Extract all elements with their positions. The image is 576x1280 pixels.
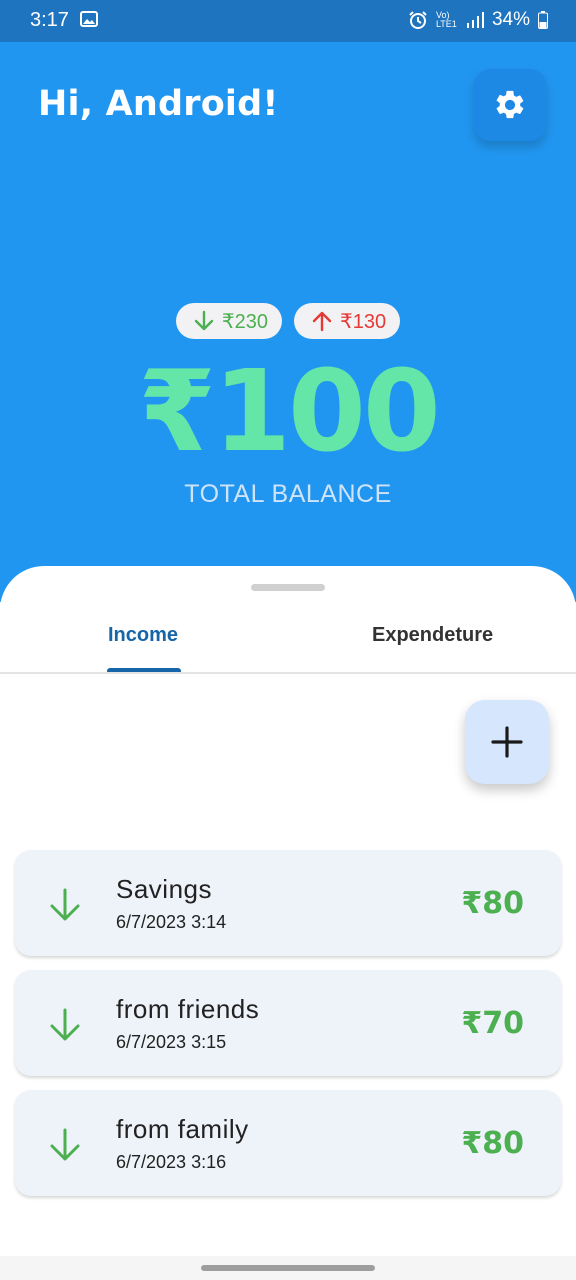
expense-total-chip: ₹130 xyxy=(294,303,401,339)
income-total-value: ₹230 xyxy=(221,310,268,333)
total-balance-value: ₹100 xyxy=(138,347,441,477)
arrow-down-icon xyxy=(50,888,80,921)
transaction-date: 6/7/2023 3:14 xyxy=(116,912,227,932)
sheet-drag-handle[interactable] xyxy=(251,584,325,591)
list-item[interactable]: from family 6/7/2023 3:16 ₹80 xyxy=(15,1090,561,1196)
transaction-amount: ₹80 xyxy=(461,1126,524,1161)
add-transaction-button[interactable] xyxy=(465,700,549,784)
transaction-list: Savings 6/7/2023 3:14 ₹80 from friends 6… xyxy=(15,850,561,1210)
alarm-icon xyxy=(409,11,427,29)
transaction-date: 6/7/2023 3:15 xyxy=(116,1032,227,1052)
volte-icon: Vo) LTE1 xyxy=(435,10,457,29)
transaction-title: from friends xyxy=(116,994,260,1024)
tab-indicator xyxy=(107,668,181,672)
arrow-down-icon xyxy=(50,1008,80,1041)
signal-icon xyxy=(466,12,484,28)
home-gesture-handle[interactable] xyxy=(201,1265,375,1271)
list-item[interactable]: from friends 6/7/2023 3:15 ₹70 xyxy=(15,970,561,1076)
transaction-amount: ₹80 xyxy=(461,886,524,921)
income-total-chip: ₹230 xyxy=(175,303,282,339)
list-item[interactable]: Savings 6/7/2023 3:14 ₹80 xyxy=(15,850,561,956)
transaction-title: from family xyxy=(116,1114,249,1144)
status-bar: 3:17 Vo) LTE1 34% xyxy=(0,0,576,42)
tab-bar: Income Expendeture xyxy=(0,606,576,674)
plus-icon xyxy=(491,726,523,758)
transaction-title: Savings xyxy=(116,874,212,904)
tab-income[interactable]: Income xyxy=(108,624,178,647)
balance-header: Hi, Android! ₹230 ₹130 ₹100 TOTAL BALANC… xyxy=(0,42,576,602)
greeting-title: Hi, Android! xyxy=(38,84,279,124)
tab-expenditure[interactable]: Expendeture xyxy=(372,624,493,647)
image-icon xyxy=(80,11,98,27)
gear-icon xyxy=(496,90,524,119)
transaction-amount: ₹70 xyxy=(461,1006,524,1041)
arrow-down-icon xyxy=(194,310,214,331)
arrow-down-icon xyxy=(50,1128,80,1161)
settings-button[interactable] xyxy=(474,69,546,141)
battery-percent: 34% xyxy=(491,9,530,30)
system-nav-bar xyxy=(0,1256,576,1280)
status-time: 3:17 xyxy=(30,9,69,31)
expense-total-value: ₹130 xyxy=(340,310,387,333)
transactions-sheet: Income Expendeture Savings 6/7/2023 3:14… xyxy=(0,566,576,1280)
transaction-date: 6/7/2023 3:16 xyxy=(116,1152,227,1172)
total-balance-label: TOTAL BALANCE xyxy=(184,480,392,508)
arrow-up-icon xyxy=(312,311,332,332)
battery-icon xyxy=(538,11,548,29)
